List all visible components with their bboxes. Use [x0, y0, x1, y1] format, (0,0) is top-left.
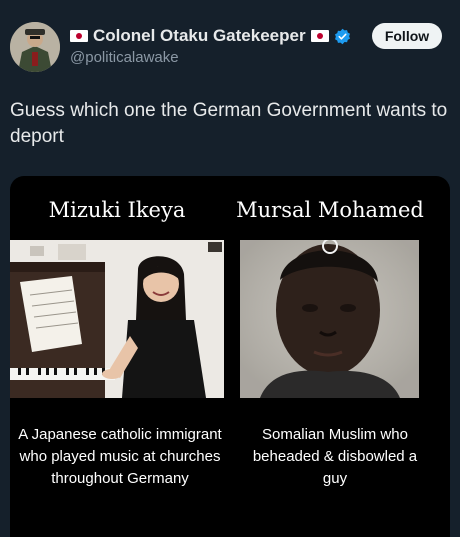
- right-person-photo: [240, 240, 419, 398]
- left-person-photo: [10, 240, 224, 398]
- right-person-name: Mursal Mohamed: [236, 198, 424, 222]
- follow-button[interactable]: Follow: [372, 23, 442, 49]
- left-person-caption: A Japanese catholic immigrant who played…: [18, 426, 222, 487]
- author-name-row[interactable]: Colonel Otaku Gatekeeper: [70, 24, 351, 48]
- author-handle[interactable]: @politicalawake: [70, 49, 179, 66]
- avatar-image: [10, 22, 60, 72]
- verified-badge-icon: [334, 28, 350, 44]
- author-display-name[interactable]: Colonel Otaku Gatekeeper: [93, 26, 306, 46]
- japan-flag-icon: [310, 30, 329, 42]
- japan-flag-icon: [70, 30, 88, 42]
- tweet-text: Guess which one the German Government wa…: [10, 100, 448, 147]
- tweet-media-image[interactable]: Mizuki Ikeya Mursal Mohamed A Japanese c…: [10, 176, 450, 537]
- right-person-caption: Somalian Muslim who beheaded & disbowled…: [252, 426, 418, 487]
- left-person-name: Mizuki Ikeya: [48, 198, 186, 222]
- author-avatar[interactable]: [10, 22, 60, 72]
